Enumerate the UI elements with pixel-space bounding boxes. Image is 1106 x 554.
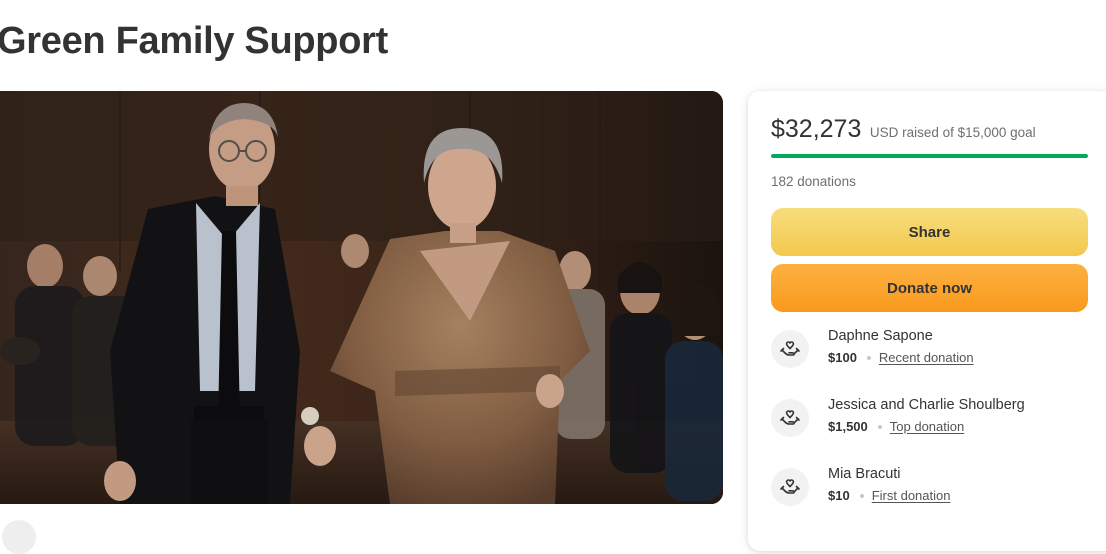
donor-name: Daphne Sapone: [828, 328, 933, 344]
separator-dot: [866, 355, 871, 360]
fundraiser-photo: [0, 91, 723, 504]
recent-donation-link[interactable]: Recent donation: [879, 350, 974, 365]
donor-meta: $100 Recent donation: [828, 350, 974, 365]
heart-hand-icon: [771, 468, 809, 506]
donate-now-button[interactable]: Donate now: [771, 264, 1088, 312]
first-donation-link[interactable]: First donation: [872, 488, 951, 503]
donor-amount: $10: [828, 488, 850, 503]
organizer-avatar: [2, 520, 36, 554]
separator-dot: [877, 424, 882, 429]
donation-card: $32,273 USD raised of $15,000 goal 182 d…: [748, 91, 1106, 551]
heart-hand-icon: [771, 399, 809, 437]
separator-dot: [859, 493, 864, 498]
donation-count: 182 donations: [771, 174, 856, 189]
page-title: Green Family Support: [0, 20, 388, 62]
donor-amount: $100: [828, 350, 857, 365]
heart-hand-icon: [771, 330, 809, 368]
donor-item: Mia Bracuti $10 First donation: [771, 464, 1101, 510]
donor-name: Mia Bracuti: [828, 466, 901, 482]
top-donation-link[interactable]: Top donation: [890, 419, 964, 434]
progress-fill: [771, 154, 1088, 158]
raised-goal-text: USD raised of $15,000 goal: [869, 125, 1036, 140]
donor-name: Jessica and Charlie Shoulberg: [828, 397, 1025, 413]
donor-meta: $1,500 Top donation: [828, 419, 964, 434]
share-button[interactable]: Share: [771, 208, 1088, 256]
donor-item: Jessica and Charlie Shoulberg $1,500 Top …: [771, 395, 1101, 441]
donor-item: Daphne Sapone $100 Recent donation: [771, 326, 1101, 372]
donor-amount: $1,500: [828, 419, 868, 434]
raised-summary: $32,273 USD raised of $15,000 goal: [771, 115, 1036, 144]
progress-bar: [771, 154, 1088, 158]
donor-meta: $10 First donation: [828, 488, 950, 503]
raised-amount: $32,273: [771, 115, 862, 143]
